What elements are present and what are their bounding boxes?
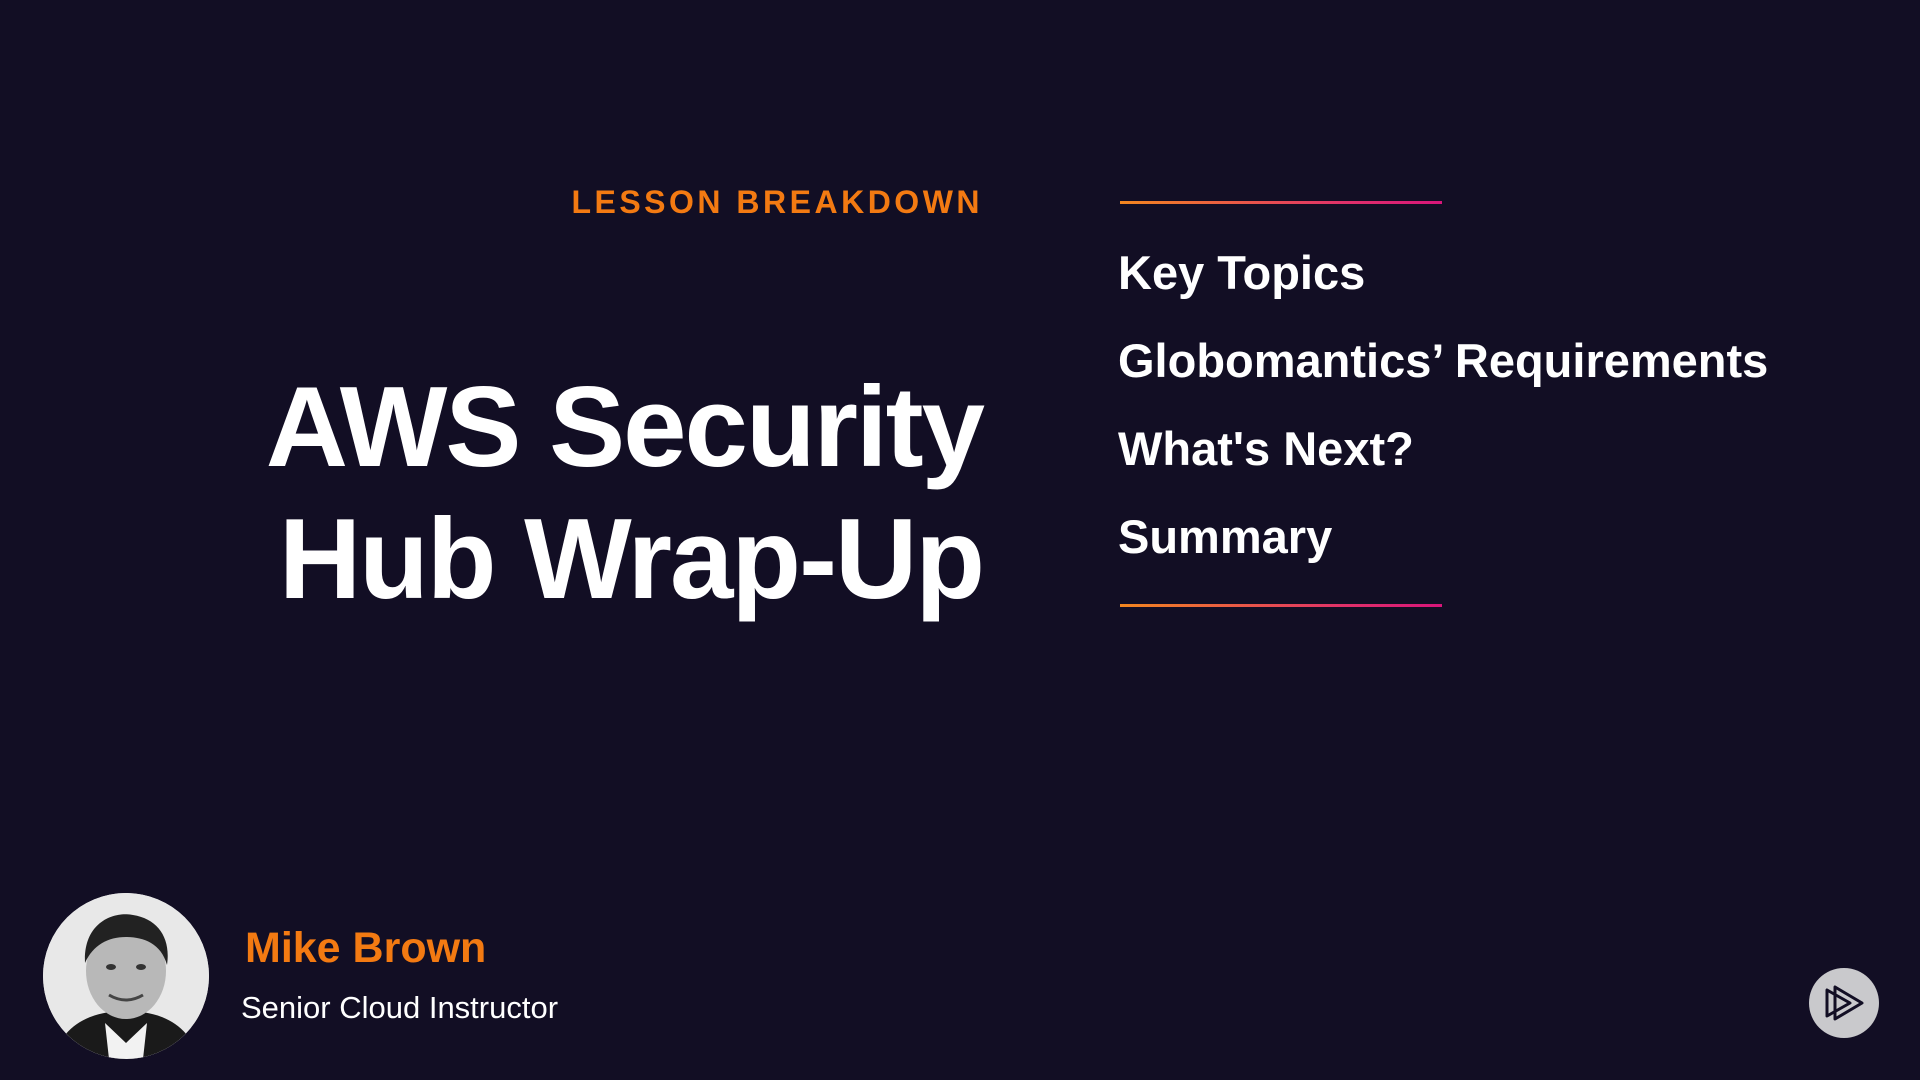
lesson-title-line-2: Hub Wrap-Up (278, 496, 985, 623)
presenter-avatar (43, 893, 209, 1059)
lesson-title: AWS Security Hub Wrap-Up (265, 362, 985, 626)
presenter-name: Mike Brown (245, 924, 487, 972)
agenda-item: Key Topics (1118, 246, 1366, 299)
lesson-eyebrow: LESSON BREAKDOWN (571, 184, 983, 220)
presenter-photo-icon (43, 893, 209, 1059)
lesson-title-line-1: AWS Security (265, 364, 985, 491)
agenda-item: Globomantics’ Requirements (1118, 334, 1769, 387)
presenter-role: Senior Cloud Instructor (241, 990, 559, 1025)
play-logo-icon (1825, 985, 1864, 1021)
agenda-top-divider (1120, 201, 1442, 204)
agenda-list: Key Topics Globomantics’ Requirements Wh… (1118, 240, 1768, 592)
brand-logo (1809, 968, 1879, 1038)
agenda-item: Summary (1118, 510, 1333, 563)
agenda-bottom-divider (1120, 604, 1442, 607)
agenda-item: What's Next? (1118, 422, 1414, 475)
